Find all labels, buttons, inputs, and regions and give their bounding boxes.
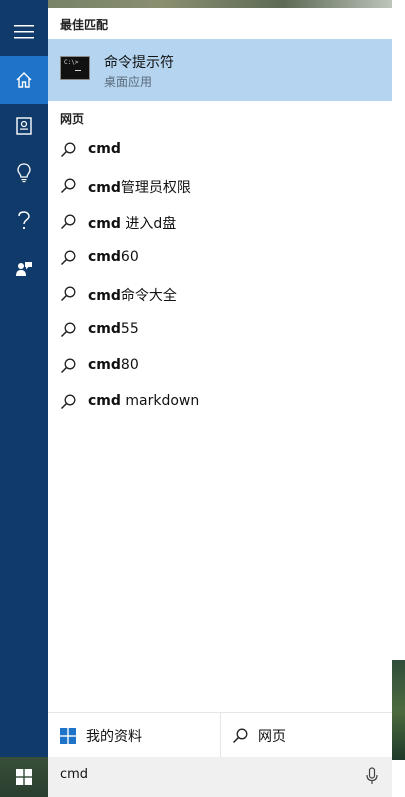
desktop-background-top: [0, 0, 405, 8]
best-match-title: 命令提示符: [104, 55, 174, 71]
help-button[interactable]: [0, 197, 48, 245]
search-icon: [60, 178, 76, 194]
desktop-background-right-bottom: [392, 660, 405, 760]
search-icon: [60, 142, 76, 158]
web-result-label: cmd60: [88, 249, 139, 265]
web-result[interactable]: cmd 进入d盘: [48, 205, 392, 241]
web-result[interactable]: cmd55: [48, 313, 392, 349]
home-button[interactable]: [0, 56, 48, 104]
menu-button[interactable]: [0, 8, 48, 56]
web-result-label: cmd80: [88, 357, 139, 373]
web-result-label: cmd 进入d盘: [88, 216, 177, 232]
question-icon: [18, 211, 30, 230]
search-icon: [60, 214, 76, 230]
notebook-icon: [16, 117, 32, 135]
search-footer: 我的资料 网页: [48, 712, 392, 758]
search-box[interactable]: cmd: [48, 757, 392, 797]
web-result-label: cmd: [88, 141, 121, 157]
search-icon: [60, 286, 76, 302]
web-search-label: 网页: [258, 728, 286, 745]
web-result[interactable]: cmd命令大全: [48, 277, 392, 313]
best-match-header: 最佳匹配: [60, 18, 109, 32]
search-icon: [232, 728, 248, 743]
web-result-label: cmd命令大全: [88, 288, 177, 304]
my-stuff-button[interactable]: 我的资料: [60, 713, 142, 758]
microphone-icon[interactable]: [366, 767, 378, 785]
search-icon: [60, 322, 76, 338]
best-match-item[interactable]: C:\> 命令提示符 桌面应用: [48, 39, 392, 101]
web-result-label: cmd markdown: [88, 393, 200, 409]
web-result[interactable]: cmd: [48, 133, 392, 169]
search-input[interactable]: cmd: [60, 767, 88, 782]
my-stuff-label: 我的资料: [86, 728, 142, 745]
web-result[interactable]: cmd markdown: [48, 385, 392, 421]
search-icon: [60, 394, 76, 410]
cortana-left-rail: [0, 0, 48, 757]
hamburger-icon: [14, 25, 34, 39]
search-icon: [60, 250, 76, 266]
best-match-subtitle: 桌面应用: [104, 75, 153, 89]
web-header: 网页: [60, 112, 85, 126]
feedback-button[interactable]: [0, 245, 48, 293]
notebook-button[interactable]: [0, 102, 48, 150]
web-result[interactable]: cmd80: [48, 349, 392, 385]
web-result[interactable]: cmd60: [48, 241, 392, 277]
web-search-button[interactable]: 网页: [232, 713, 286, 758]
web-result-label: cmd55: [88, 321, 139, 337]
search-icon: [60, 358, 76, 374]
feedback-icon: [16, 262, 32, 276]
lightbulb-icon: [17, 163, 31, 183]
cmd-icon: C:\>: [60, 56, 90, 80]
web-result[interactable]: cmd管理员权限: [48, 169, 392, 205]
web-result-label: cmd管理员权限: [88, 180, 191, 196]
start-button[interactable]: [0, 757, 48, 797]
search-results-panel: 最佳匹配 C:\> 命令提示符 桌面应用 网页 cmd cmd管理员权限 cmd…: [48, 8, 392, 758]
windows-logo-icon: [60, 727, 76, 744]
windows-logo-icon: [16, 769, 32, 785]
home-icon: [16, 72, 32, 88]
footer-divider: [220, 713, 221, 758]
reminders-button[interactable]: [0, 149, 48, 197]
